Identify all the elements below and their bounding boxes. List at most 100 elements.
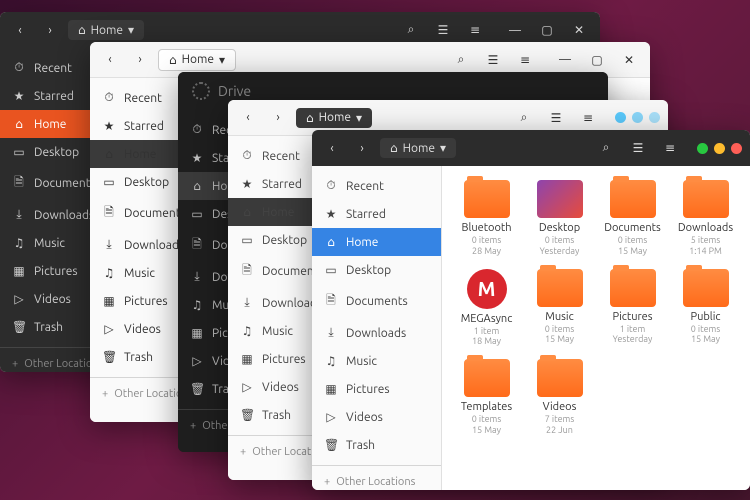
sidebar-item-label: Pictures — [262, 353, 306, 366]
chevron-down-icon: ▾ — [128, 23, 134, 37]
maximize-dot[interactable] — [697, 143, 708, 154]
menu-icon[interactable]: ≡ — [512, 48, 538, 72]
desktop-icon: ▭ — [240, 233, 254, 247]
sidebar-item-videos[interactable]: ▷Videos — [312, 403, 441, 431]
sidebar-item-label: Starred — [34, 90, 74, 103]
sidebar-item-label: Recent — [124, 92, 162, 105]
home-icon: ⌂ — [102, 147, 116, 161]
dot-icon[interactable] — [632, 112, 643, 123]
recent-icon: ⏱ — [324, 179, 338, 193]
forward-button[interactable]: › — [266, 106, 290, 130]
location-bar[interactable]: ⌂Home▾ — [158, 49, 236, 71]
dot-icon[interactable] — [615, 112, 626, 123]
back-button[interactable]: ‹ — [98, 48, 122, 72]
search-icon[interactable]: ⌕ — [511, 106, 537, 130]
plus-icon: + — [12, 358, 18, 370]
minimize-button[interactable]: — — [502, 18, 528, 42]
forward-button[interactable]: › — [128, 48, 152, 72]
file-item[interactable]: Documents0 items15 May — [602, 180, 663, 257]
search-icon[interactable]: ⌕ — [398, 18, 424, 42]
folder-icon — [610, 269, 656, 307]
back-button[interactable]: ‹ — [236, 106, 260, 130]
music-icon: ♫ — [102, 266, 116, 280]
sidebar-item-downloads[interactable]: ⤓Downloads — [312, 319, 441, 347]
sidebar-item-documents[interactable]: 🗎 Documents — [312, 284, 441, 319]
trash-icon: 🗑 — [240, 408, 254, 422]
search-icon[interactable]: ⌕ — [448, 48, 474, 72]
file-item[interactable]: Bluetooth0 items28 May — [456, 180, 517, 257]
desktop-icon: ▭ — [102, 175, 116, 189]
other-locations[interactable]: +Other Locations — [312, 465, 441, 490]
file-item[interactable]: Desktop0 itemsYesterday — [529, 180, 590, 257]
back-button[interactable]: ‹ — [320, 136, 344, 160]
location-bar[interactable]: ⌂Home▾ — [296, 108, 372, 128]
search-icon[interactable]: ⌕ — [593, 136, 619, 160]
pictures-icon: ▦ — [240, 352, 254, 366]
sidebar-item-pictures[interactable]: ▦Pictures — [312, 375, 441, 403]
file-meta: 1 item — [620, 324, 646, 335]
sidebar-item-label: Trash — [262, 409, 291, 422]
music-icon: ♫ — [12, 236, 26, 250]
file-date: 15 May — [618, 246, 647, 257]
list-view-icon[interactable]: ☰ — [625, 136, 651, 160]
back-button[interactable]: ‹ — [8, 18, 32, 42]
forward-button[interactable]: › — [350, 136, 374, 160]
forward-button[interactable]: › — [38, 18, 62, 42]
maximize-button[interactable]: ▢ — [534, 18, 560, 42]
menu-icon[interactable]: ≡ — [462, 18, 488, 42]
minimize-button[interactable]: — — [552, 48, 578, 72]
file-item[interactable]: Videos7 items22 Jun — [529, 359, 590, 436]
file-name: Pictures — [613, 311, 653, 323]
file-name: Downloads — [678, 222, 733, 234]
file-item[interactable]: Pictures1 itemYesterday — [602, 269, 663, 348]
chevron-down-icon: ▾ — [440, 141, 446, 155]
sidebar-item-home[interactable]: ⌂Home — [312, 228, 441, 256]
list-view-icon[interactable]: ☰ — [543, 106, 569, 130]
sidebar-item-label: Desktop — [346, 264, 391, 277]
menu-icon[interactable]: ≡ — [575, 106, 601, 130]
dot-icon[interactable] — [649, 112, 660, 123]
file-meta: 5 items — [691, 235, 720, 246]
close-dot[interactable] — [731, 143, 742, 154]
minimize-dot[interactable] — [714, 143, 725, 154]
recent-icon: ⏱ — [12, 61, 26, 75]
sidebar-item-label: Pictures — [124, 295, 168, 308]
sidebar-item-trash[interactable]: 🗑Trash — [312, 431, 441, 459]
close-button[interactable]: ✕ — [616, 48, 642, 72]
file-item[interactable]: Downloads5 items1:14 PM — [675, 180, 736, 257]
list-view-icon[interactable]: ☰ — [480, 48, 506, 72]
sidebar-item-label: Videos — [262, 381, 299, 394]
sidebar-item-label: Starred — [346, 208, 386, 221]
documents-icon: 🗎 — [324, 291, 338, 312]
menu-icon[interactable]: ≡ — [657, 136, 683, 160]
file-item[interactable]: MMEGAsync1 item18 May — [456, 269, 517, 348]
downloads-icon: ⤓ — [240, 296, 254, 310]
close-button[interactable]: ✕ — [566, 18, 592, 42]
sidebar-item-label: Documents — [346, 295, 408, 308]
sidebar-item-music[interactable]: ♫Music — [312, 347, 441, 375]
sidebar-item-recent[interactable]: ⏱Recent — [312, 172, 441, 200]
sidebar-item-label: Trash — [124, 351, 153, 364]
file-name: Desktop — [539, 222, 580, 234]
recent-icon: ⏱ — [102, 91, 116, 105]
file-item[interactable]: Templates0 items15 May — [456, 359, 517, 436]
plus-icon: + — [324, 476, 330, 488]
file-date: 22 Jun — [546, 425, 573, 436]
folder-icon — [537, 359, 583, 397]
desktop-icon: ▭ — [190, 207, 204, 221]
sidebar-item-starred[interactable]: ★Starred — [312, 200, 441, 228]
breadcrumb-label: Home — [403, 142, 435, 155]
file-item[interactable]: Public0 items15 May — [675, 269, 736, 348]
location-bar[interactable]: ⌂Home▾ — [68, 20, 144, 40]
desktop-icon — [537, 180, 583, 218]
sidebar-item-label: Documents — [34, 177, 96, 190]
maximize-button[interactable]: ▢ — [584, 48, 610, 72]
breadcrumb-label: Home — [319, 111, 351, 124]
file-item[interactable]: Music0 items15 May — [529, 269, 590, 348]
sidebar-item-desktop[interactable]: ▭Desktop — [312, 256, 441, 284]
location-bar[interactable]: ⌂Home▾ — [380, 138, 456, 158]
documents-icon: 🗎 — [240, 261, 254, 282]
recent-icon: ⏱ — [240, 149, 254, 163]
list-view-icon[interactable]: ☰ — [430, 18, 456, 42]
pictures-icon: ▦ — [190, 326, 204, 340]
